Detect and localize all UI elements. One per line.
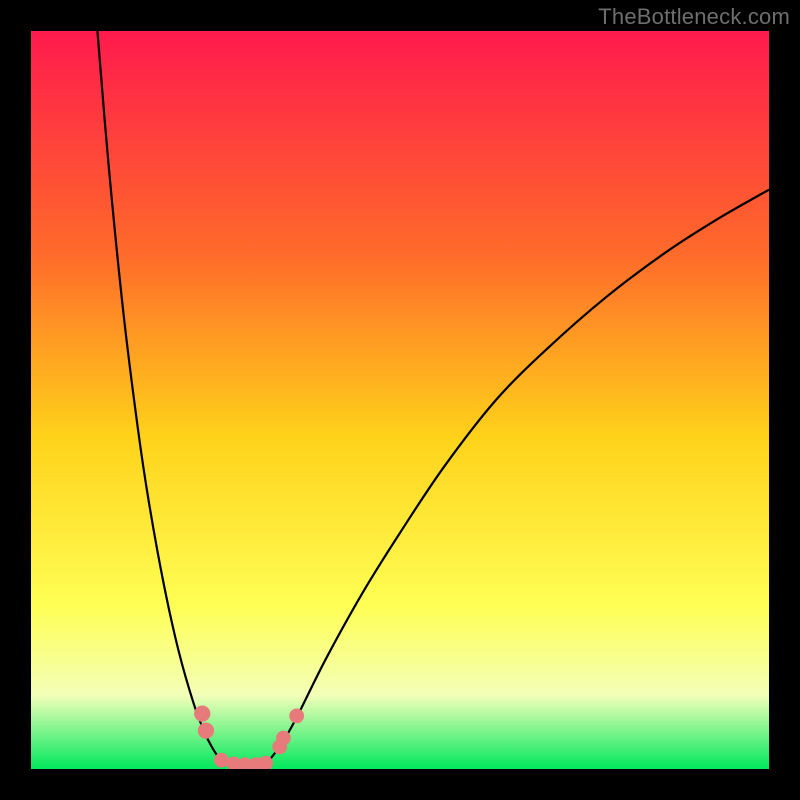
data-marker (276, 731, 291, 746)
data-marker (194, 706, 210, 722)
data-marker (198, 723, 214, 739)
data-marker (289, 708, 304, 723)
data-marker (214, 753, 229, 768)
gradient-bg (31, 31, 769, 769)
watermark-text: TheBottleneck.com (598, 4, 790, 30)
chart-svg (31, 31, 769, 769)
plot-area (31, 31, 769, 769)
outer-frame: TheBottleneck.com (0, 0, 800, 800)
